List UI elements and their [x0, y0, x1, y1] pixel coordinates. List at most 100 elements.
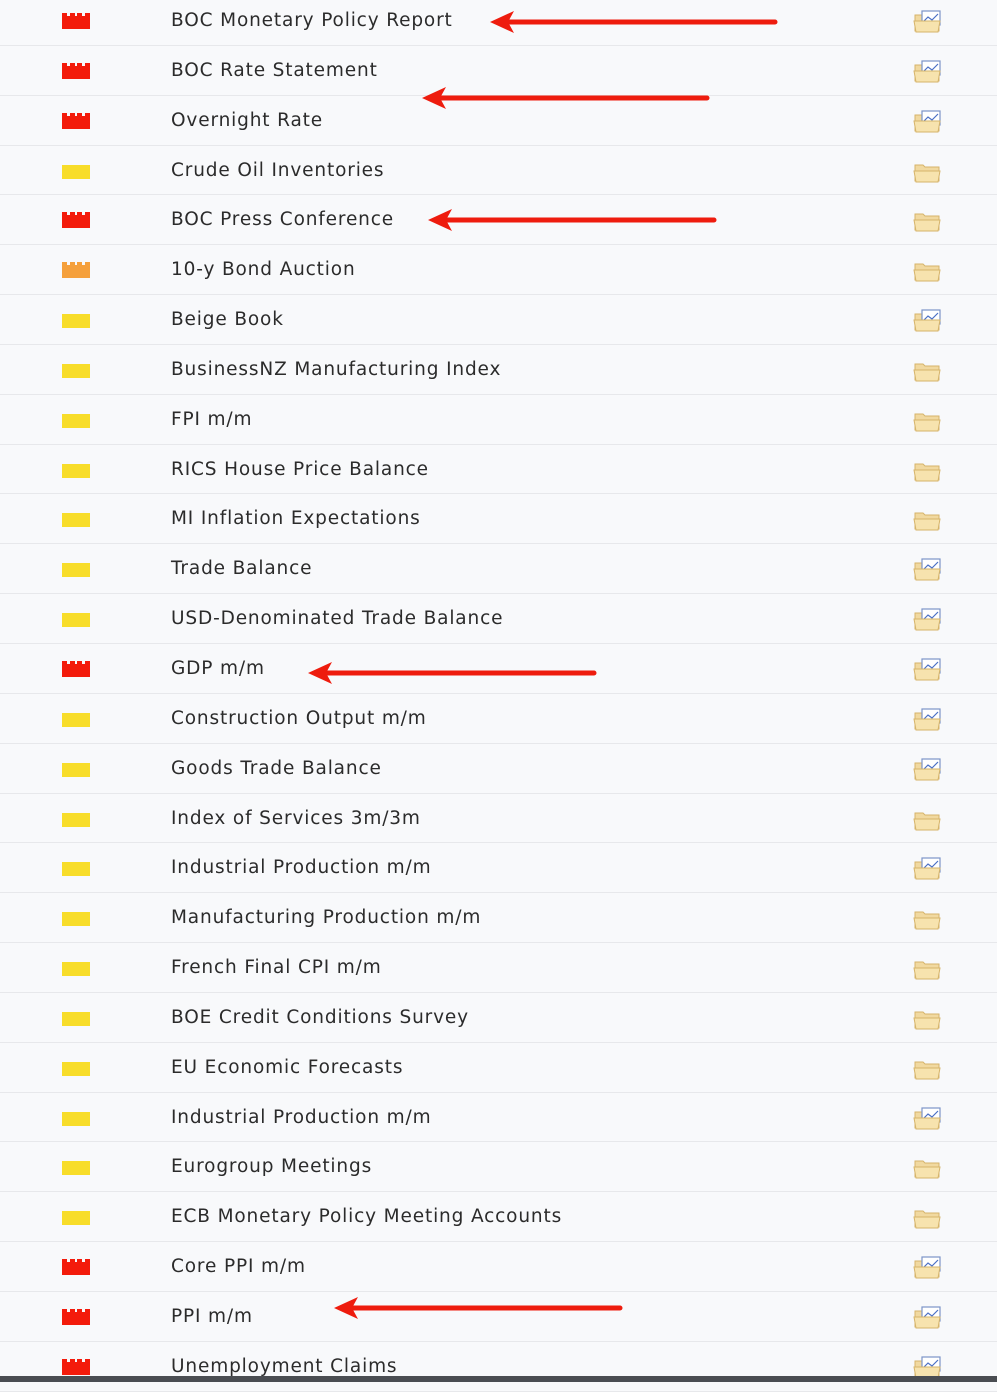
event-name[interactable]: Goods Trade Balance: [171, 744, 382, 793]
chart-folder-icon[interactable]: [913, 857, 943, 881]
folder-icon[interactable]: [913, 409, 943, 433]
event-name[interactable]: Overnight Rate: [171, 96, 323, 145]
event-row[interactable]: Overnight Rate: [0, 95, 997, 146]
event-row[interactable]: MI Inflation Expectations: [0, 494, 997, 545]
low-impact-icon: [62, 761, 90, 777]
folder-icon[interactable]: [913, 1007, 943, 1031]
event-row[interactable]: BusinessNZ Manufacturing Index: [0, 344, 997, 395]
event-row[interactable]: Trade Balance: [0, 544, 997, 595]
event-row[interactable]: French Final CPI m/m: [0, 943, 997, 993]
chart-folder-icon[interactable]: [913, 110, 943, 134]
event-name[interactable]: USD-Denominated Trade Balance: [171, 594, 503, 643]
event-row[interactable]: Industrial Production m/m: [0, 843, 997, 894]
event-name[interactable]: BOC Press Conference: [171, 195, 394, 244]
event-name[interactable]: Index of Services 3m/3m: [171, 794, 421, 843]
event-name[interactable]: BusinessNZ Manufacturing Index: [171, 345, 501, 394]
event-name[interactable]: Eurogroup Meetings: [171, 1142, 372, 1191]
event-row[interactable]: Goods Trade Balance: [0, 743, 997, 794]
event-row[interactable]: Beige Book: [0, 295, 997, 345]
folder-icon[interactable]: [913, 1156, 943, 1180]
event-name[interactable]: Crude Oil Inventories: [171, 146, 384, 195]
folder-icon[interactable]: [913, 808, 943, 832]
chart-folder-icon[interactable]: [913, 309, 943, 333]
event-name[interactable]: Beige Book: [171, 295, 284, 344]
high-impact-icon: [62, 1308, 90, 1325]
event-name[interactable]: RICS House Price Balance: [171, 445, 429, 494]
chart-folder-icon[interactable]: [913, 608, 943, 632]
low-impact-icon: [62, 611, 90, 628]
event-name[interactable]: EU Economic Forecasts: [171, 1043, 403, 1092]
economic-calendar-list: BOC Monetary Policy Report BOC Rate State…: [0, 0, 997, 1392]
event-row[interactable]: BOC Press Conference: [0, 195, 997, 246]
folder-icon[interactable]: [913, 508, 943, 532]
folder-icon[interactable]: [913, 160, 943, 184]
event-row[interactable]: Core PPI m/m: [0, 1242, 997, 1292]
chart-folder-icon[interactable]: [913, 1256, 943, 1280]
event-name[interactable]: Trade Balance: [171, 544, 312, 593]
event-row[interactable]: 10-y Bond Auction: [0, 245, 997, 296]
event-name[interactable]: ECB Monetary Policy Meeting Accounts: [171, 1192, 562, 1241]
folder-icon[interactable]: [913, 957, 943, 981]
low-impact-icon: [62, 1110, 90, 1126]
chart-folder-icon[interactable]: [913, 658, 943, 682]
event-name[interactable]: French Final CPI m/m: [171, 943, 382, 992]
high-impact-icon: [62, 1358, 90, 1375]
event-name[interactable]: Construction Output m/m: [171, 694, 427, 743]
event-name[interactable]: MI Inflation Expectations: [171, 494, 421, 543]
event-row[interactable]: PPI m/m: [0, 1291, 997, 1342]
low-impact-icon: [62, 860, 90, 877]
chart-folder-icon[interactable]: [913, 558, 943, 582]
low-impact-icon: [62, 362, 90, 378]
event-row[interactable]: Index of Services 3m/3m: [0, 793, 997, 844]
folder-icon[interactable]: [913, 907, 943, 931]
folder-icon[interactable]: [913, 1057, 943, 1081]
event-name[interactable]: BOE Credit Conditions Survey: [171, 993, 469, 1042]
low-impact-icon: [62, 412, 90, 428]
low-impact-icon: [62, 711, 90, 727]
folder-icon[interactable]: [913, 259, 943, 283]
folder-icon[interactable]: [913, 459, 943, 483]
event-name[interactable]: GDP m/m: [171, 644, 265, 693]
event-row[interactable]: BOE Credit Conditions Survey: [0, 992, 997, 1043]
folder-icon[interactable]: [913, 1206, 943, 1230]
chart-folder-icon[interactable]: [913, 10, 943, 34]
event-name[interactable]: Manufacturing Production m/m: [171, 893, 481, 942]
event-row[interactable]: BOC Monetary Policy Report: [0, 0, 997, 46]
high-impact-icon: [62, 112, 90, 129]
event-name[interactable]: 10-y Bond Auction: [171, 245, 356, 294]
chart-folder-icon[interactable]: [913, 1306, 943, 1330]
event-row[interactable]: Unemployment Claims: [0, 1341, 997, 1392]
event-row[interactable]: USD-Denominated Trade Balance: [0, 594, 997, 644]
event-row[interactable]: Eurogroup Meetings: [0, 1142, 997, 1193]
chart-folder-icon[interactable]: [913, 1106, 943, 1131]
event-row[interactable]: BOC Rate Statement: [0, 45, 997, 96]
event-name[interactable]: Industrial Production m/m: [171, 1093, 431, 1142]
event-row[interactable]: Crude Oil Inventories: [0, 145, 997, 196]
event-name[interactable]: BOC Rate Statement: [171, 46, 378, 95]
low-impact-icon: [62, 1209, 90, 1226]
event-row[interactable]: ECB Monetary Policy Meeting Accounts: [0, 1192, 997, 1243]
event-name[interactable]: Core PPI m/m: [171, 1242, 306, 1291]
folder-icon[interactable]: [913, 209, 943, 233]
event-row[interactable]: Construction Output m/m: [0, 693, 997, 744]
chart-folder-icon[interactable]: [913, 758, 943, 782]
event-name[interactable]: Industrial Production m/m: [171, 843, 431, 892]
event-row[interactable]: Industrial Production m/m: [0, 1092, 997, 1143]
chart-folder-icon[interactable]: [913, 708, 943, 732]
folder-icon[interactable]: [913, 359, 943, 383]
chart-folder-icon[interactable]: [913, 60, 943, 84]
bottom-scrollbar-edge: [0, 1376, 997, 1382]
event-row[interactable]: EU Economic Forecasts: [0, 1042, 997, 1093]
event-row[interactable]: GDP m/m: [0, 643, 997, 694]
high-impact-icon: [62, 13, 90, 29]
event-name[interactable]: BOC Monetary Policy Report: [171, 0, 453, 45]
low-impact-icon: [62, 1010, 90, 1026]
low-impact-icon: [62, 811, 90, 827]
event-row[interactable]: FPI m/m: [0, 394, 997, 445]
event-name[interactable]: PPI m/m: [171, 1292, 253, 1341]
low-impact-icon: [62, 1159, 90, 1176]
event-name[interactable]: FPI m/m: [171, 395, 252, 444]
event-row[interactable]: Manufacturing Production m/m: [0, 893, 997, 944]
event-name[interactable]: Unemployment Claims: [171, 1342, 397, 1391]
event-row[interactable]: RICS House Price Balance: [0, 444, 997, 495]
